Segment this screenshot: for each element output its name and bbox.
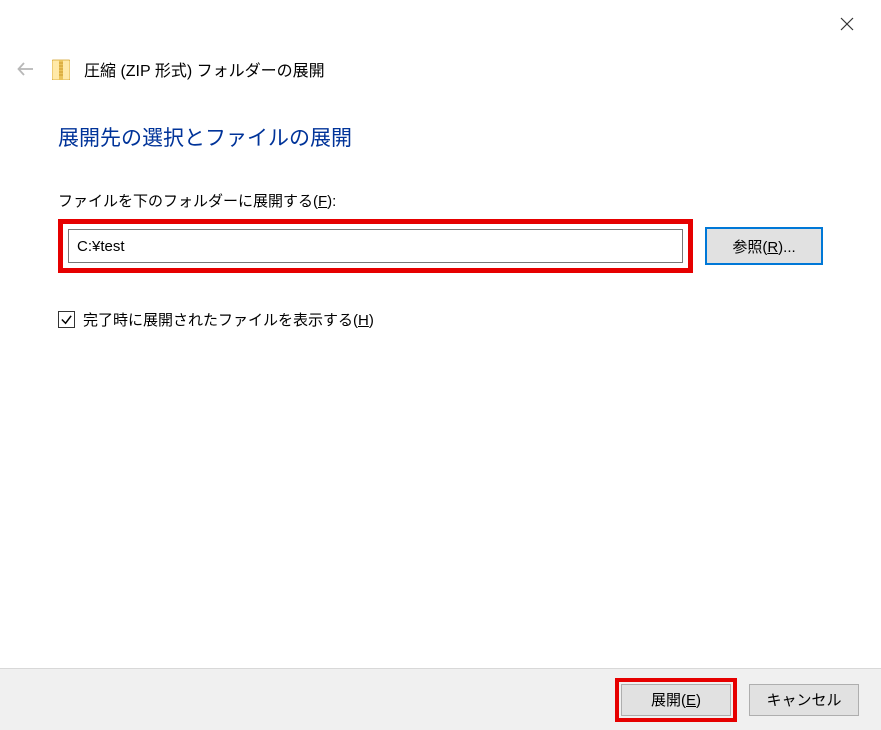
browse-label-pre: 参照( — [732, 239, 767, 256]
cancel-button[interactable]: キャンセル — [749, 684, 859, 716]
destination-label-key: F — [318, 193, 327, 210]
browse-button[interactable]: 参照(R)... — [705, 227, 823, 265]
destination-label: ファイルを下のフォルダーに展開する(F): — [58, 190, 823, 211]
extract-highlight: 展開(E) — [615, 678, 737, 722]
dialog-title: 圧縮 (ZIP 形式) フォルダーの展開 — [84, 57, 325, 81]
extract-label-post: ) — [696, 692, 701, 709]
back-button[interactable] — [14, 57, 38, 81]
back-arrow-icon — [16, 59, 36, 79]
destination-label-pre: ファイルを下のフォルダーに展開する( — [58, 193, 318, 210]
close-button[interactable] — [835, 12, 859, 36]
extract-label-pre: 展開( — [651, 692, 686, 709]
extract-button[interactable]: 展開(E) — [621, 684, 731, 716]
show-files-row: 完了時に展開されたファイルを表示する(H) — [58, 309, 823, 330]
destination-highlight — [58, 219, 693, 273]
dialog-content: 展開先の選択とファイルの展開 ファイルを下のフォルダーに展開する(F): 参照(… — [58, 122, 823, 330]
dialog-header: 圧縮 (ZIP 形式) フォルダーの展開 — [14, 54, 867, 84]
zip-folder-icon — [52, 58, 70, 80]
browse-label-post: )... — [778, 239, 796, 256]
close-icon — [840, 17, 854, 31]
dialog-footer: 展開(E) キャンセル — [0, 668, 881, 730]
dialog-heading: 展開先の選択とファイルの展開 — [58, 122, 823, 152]
show-files-label-post: ) — [369, 312, 374, 329]
destination-label-post: ): — [327, 193, 336, 210]
destination-input[interactable] — [68, 229, 683, 263]
extract-label-key: E — [686, 692, 696, 709]
cancel-label: キャンセル — [766, 692, 841, 709]
destination-row: 参照(R)... — [58, 219, 823, 273]
show-files-checkbox[interactable] — [58, 311, 75, 328]
checkmark-icon — [60, 313, 73, 326]
browse-label-key: R — [767, 239, 778, 256]
show-files-label-key: H — [358, 312, 369, 329]
show-files-label: 完了時に展開されたファイルを表示する(H) — [83, 309, 374, 330]
show-files-label-pre: 完了時に展開されたファイルを表示する( — [83, 312, 358, 329]
